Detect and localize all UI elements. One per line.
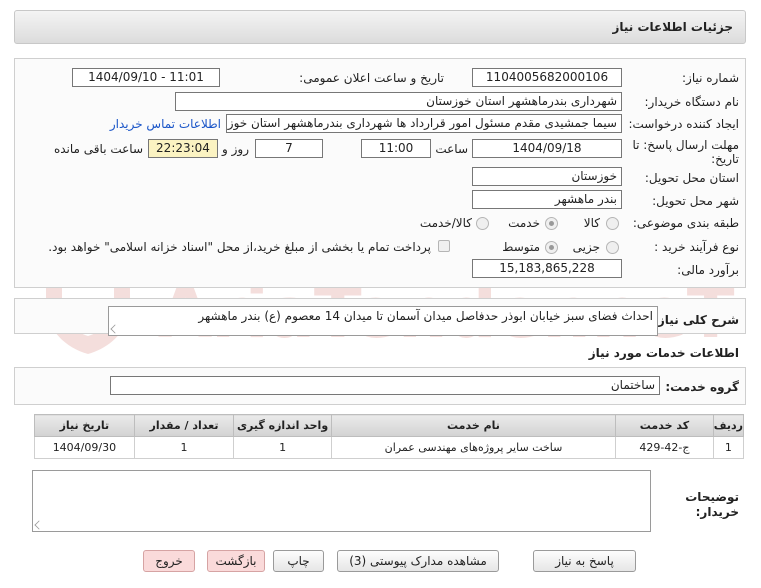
cell-service-code: ج-42-429 (615, 436, 714, 459)
announce-datetime-field: 1404/09/10 - 11:01 (72, 68, 220, 87)
service-group-label: گروه خدمت: (665, 380, 739, 394)
category-option-goods: کالا (583, 216, 600, 230)
category-radio-service[interactable] (545, 217, 558, 230)
days-label: روز و (222, 142, 249, 156)
treasury-payment-checkbox[interactable] (438, 240, 450, 252)
description-label: شرح کلی نیاز: (653, 313, 739, 327)
process-radio-minor[interactable] (606, 241, 619, 254)
buyer-org-label: نام دستگاه خریدار: (644, 95, 740, 109)
province-field: خوزستان (472, 167, 622, 186)
estimate-field: 15,183,865,228 (472, 259, 622, 278)
col-header-quantity: تعداد / مقدار (133, 414, 235, 437)
process-label: نوع فرآیند خرید : (654, 240, 739, 254)
reply-button[interactable]: پاسخ به نیاز (533, 550, 636, 572)
province-label: استان محل تحویل: (644, 171, 739, 185)
buyer-notes-textarea[interactable] (32, 470, 651, 532)
col-header-unit: واحد اندازه گیری (233, 414, 332, 437)
category-option-service: خدمت (508, 216, 540, 230)
buyer-org-field: شهرداری بندرماهشهر استان خوزستان (175, 92, 622, 111)
cell-service-name: ساخت سایر پروژه‌های مهندسی عمران (330, 436, 617, 459)
deadline-time-label: ساعت (435, 142, 468, 156)
city-label: شهر محل تحویل: (652, 194, 739, 208)
category-option-goods-service: کالا/خدمت (419, 216, 472, 230)
category-label: طبقه بندی موضوعی: (632, 216, 739, 230)
cell-quantity: 1 (133, 436, 235, 459)
cell-need-date: 1404/09/30 (34, 436, 135, 459)
description-textarea[interactable]: احداث فضای سبز خیابان ابوذر حدفاصل میدان… (108, 306, 658, 336)
cell-unit: 1 (233, 436, 332, 459)
table-row: 1 ج-42-429 ساخت سایر پروژه‌های مهندسی عم… (34, 436, 745, 459)
print-button[interactable]: چاپ (273, 550, 324, 572)
deadline-time-field: 11:00 (361, 139, 431, 158)
resize-handle-icon[interactable] (110, 324, 120, 334)
service-group-field: ساختمان (110, 376, 660, 395)
resize-handle-icon[interactable] (34, 520, 44, 530)
estimate-label: برآورد مالی: (677, 263, 739, 277)
back-button[interactable]: بازگشت (207, 550, 265, 572)
panel-header: جزئیات اطلاعات نیاز (14, 10, 746, 44)
category-radio-goods[interactable] (606, 217, 619, 230)
services-table: ردیف کد خدمت نام خدمت واحد اندازه گیری ت… (34, 414, 745, 459)
col-header-service-name: نام خدمت (330, 414, 617, 437)
deadline-label-line1: مهلت ارسال پاسخ: تا (632, 138, 739, 152)
col-header-row-number: ردیف (712, 414, 745, 437)
deadline-label-line2: تاریخ: (711, 152, 739, 166)
creator-label: ایجاد کننده درخواست: (628, 117, 739, 131)
city-field: بندر ماهشهر (472, 190, 622, 209)
days-field: 7 (255, 139, 323, 158)
deadline-date-field: 1404/09/18 (472, 139, 622, 158)
category-radio-goods-service[interactable] (476, 217, 489, 230)
process-radio-medium[interactable] (545, 241, 558, 254)
table-header-row: ردیف کد خدمت نام خدمت واحد اندازه گیری ت… (34, 414, 745, 437)
col-header-need-date: تاریخ نیاز (34, 414, 135, 437)
buyer-notes-label-line1: توضیحات (685, 490, 739, 504)
need-number-label: شماره نیاز: (682, 71, 739, 85)
process-option-minor: جزیی (572, 240, 600, 254)
process-option-medium: متوسط (502, 240, 540, 254)
page-title: جزئیات اطلاعات نیاز (612, 20, 733, 34)
exit-button[interactable]: خروج (143, 550, 195, 572)
buyer-notes-label-line2: خریدار: (695, 505, 739, 519)
announce-label: تاریخ و ساعت اعلان عمومی: (299, 71, 444, 85)
view-attachments-button[interactable]: مشاهده مدارک پیوستی (3) (337, 550, 499, 572)
description-text: احداث فضای سبز خیابان ابوذر حدفاصل میدان… (198, 309, 653, 323)
col-header-service-code: کد خدمت (615, 414, 714, 437)
remaining-time-field: 22:23:04 (148, 139, 218, 158)
need-number-field: 1104005682000106 (472, 68, 622, 87)
creator-field: سیما جمشیدی مقدم مسئول امور قرارداد ها ش… (226, 114, 622, 133)
treasury-payment-note: پرداخت تمام یا بخشی از مبلغ خرید،از محل … (48, 240, 431, 254)
cell-row-number: 1 (712, 436, 745, 459)
buyer-contact-link[interactable]: اطلاعات تماس خریدار (110, 117, 221, 131)
services-section-title: اطلاعات خدمات مورد نیاز (588, 346, 739, 360)
remaining-time-label: ساعت باقی مانده (53, 142, 143, 156)
